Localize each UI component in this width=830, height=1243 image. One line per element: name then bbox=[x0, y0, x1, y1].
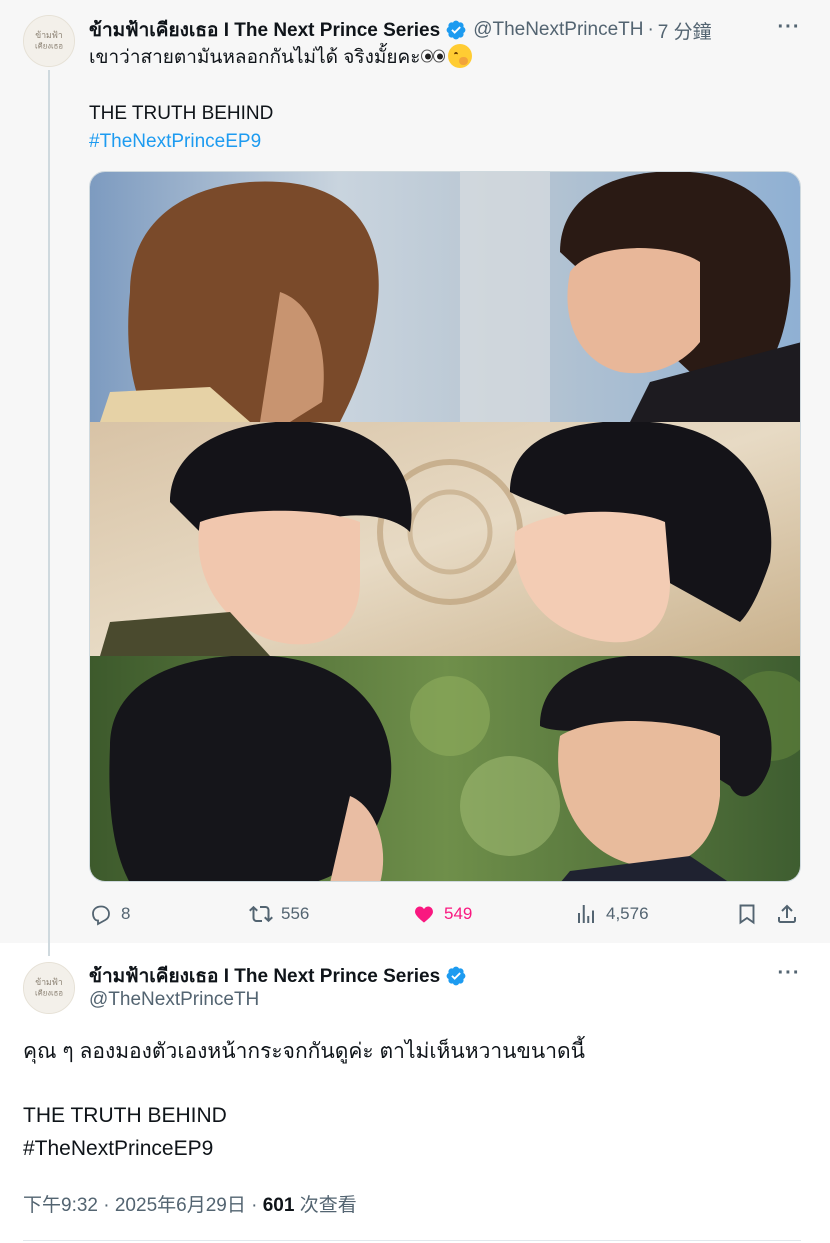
shushing-face-emoji-icon bbox=[448, 44, 473, 69]
handle[interactable]: @TheNextPrinceTH bbox=[473, 19, 643, 41]
divider bbox=[23, 1240, 801, 1241]
like-button[interactable]: 549 bbox=[412, 898, 472, 930]
tweet-text-line: THE TRUTH BEHIND bbox=[23, 1104, 227, 1127]
logo-avatar-image: ข้ามฟ้า เคียงเธอ bbox=[24, 963, 74, 1013]
media-panel-3 bbox=[90, 656, 800, 881]
verified-badge-icon bbox=[445, 19, 467, 41]
tweet-1[interactable]: ข้ามฟ้า เคียงเธอ ข้ามฟ้าเคียงเธอ I The N… bbox=[0, 0, 830, 956]
tweet-actions: 8 556 549 4,576 bbox=[89, 898, 801, 930]
tweet-header: ข้ามฟ้าเคียงเธอ I The Next Prince Series bbox=[89, 961, 467, 991]
reply-button[interactable]: 8 bbox=[89, 898, 130, 930]
handle-row: @TheNextPrinceTH bbox=[89, 989, 259, 1011]
tweet-header: ข้ามฟ้าเคียงเธอ I The Next Prince Series… bbox=[89, 15, 712, 45]
svg-text:ข้ามฟ้า: ข้ามฟ้า bbox=[35, 977, 63, 987]
tweet-media-image[interactable] bbox=[89, 171, 801, 882]
hashtag-link[interactable]: #TheNextPrinceEP9 bbox=[89, 128, 789, 156]
eyes-emoji-icon bbox=[420, 44, 446, 72]
views-chart-icon bbox=[578, 905, 594, 923]
timestamp-date[interactable]: 下午9:32 · 2025年6月29日 · bbox=[23, 1195, 263, 1216]
separator-dot: · bbox=[647, 19, 654, 40]
tweet-text-line: THE TRUTH BEHIND bbox=[89, 103, 274, 124]
share-icon bbox=[778, 904, 796, 923]
avatar[interactable]: ข้ามฟ้า เคียงเธอ bbox=[23, 962, 75, 1014]
views-button[interactable]: 4,576 bbox=[574, 898, 649, 930]
view-count: 601 bbox=[262, 1195, 295, 1216]
media-panel-1 bbox=[90, 172, 800, 422]
repost-count: 556 bbox=[281, 904, 310, 923]
svg-text:ข้ามฟ้า: ข้ามฟ้า bbox=[35, 30, 63, 40]
display-name[interactable]: ข้ามฟ้าเคียงเธอ I The Next Prince Series bbox=[89, 15, 440, 45]
like-count: 549 bbox=[444, 904, 473, 923]
reply-icon bbox=[92, 905, 110, 926]
view-count-label: 次查看 bbox=[294, 1195, 357, 1216]
display-name[interactable]: ข้ามฟ้าเคียงเธอ I The Next Prince Series bbox=[89, 961, 440, 991]
handle[interactable]: @TheNextPrinceTH bbox=[89, 989, 259, 1011]
tweet-text: เขาว่าสายตามันหลอกกันไม่ได้ จริงมั้ยคะ T… bbox=[89, 44, 789, 156]
tweet-text-line: เขาว่าสายตามันหลอกกันไม่ได้ จริงมั้ยคะ bbox=[89, 47, 421, 69]
logo-avatar-image: ข้ามฟ้า เคียงเธอ bbox=[24, 16, 74, 66]
avatar[interactable]: ข้ามฟ้า เคียงเธอ bbox=[23, 15, 75, 67]
more-options-icon[interactable]: ··· bbox=[775, 962, 803, 984]
timestamp[interactable]: 7 分鐘 bbox=[658, 17, 712, 44]
repost-icon bbox=[249, 905, 273, 923]
svg-text:เคียงเธอ: เคียงเธอ bbox=[35, 42, 63, 51]
thread-connector-line bbox=[48, 70, 50, 956]
bookmark-icon bbox=[739, 904, 755, 925]
views-count: 4,576 bbox=[606, 904, 649, 923]
share-button[interactable] bbox=[775, 898, 807, 930]
hashtag-link[interactable]: #TheNextPrinceEP9 bbox=[23, 1134, 723, 1164]
repost-button[interactable]: 556 bbox=[249, 898, 309, 930]
reply-count: 8 bbox=[121, 904, 131, 923]
heart-filled-icon bbox=[415, 906, 433, 923]
more-options-icon[interactable]: ··· bbox=[775, 16, 803, 38]
media-panel-2 bbox=[90, 422, 800, 656]
tweet-text-line: คุณ ๆ ลองมองตัวเองหน้ากระจกกันดูค่ะ ตาไม… bbox=[23, 1040, 586, 1063]
verified-badge-icon bbox=[445, 965, 467, 987]
tweet-meta: 下午9:32 · 2025年6月29日 · 601 次查看 bbox=[23, 1190, 357, 1217]
svg-text:เคียงเธอ: เคียงเธอ bbox=[35, 989, 63, 998]
bookmark-button[interactable] bbox=[735, 898, 767, 930]
